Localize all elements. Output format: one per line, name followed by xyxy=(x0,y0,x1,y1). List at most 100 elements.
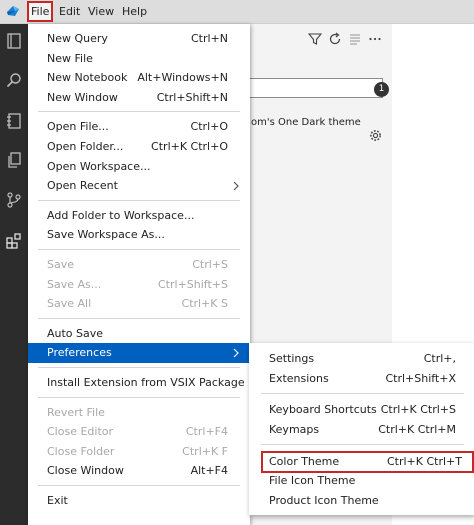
menu-item-open-recent[interactable]: Open Recent xyxy=(28,176,250,196)
more-actions-icon[interactable] xyxy=(368,32,382,46)
menu-item-label: Keymaps xyxy=(269,423,320,436)
menu-item-label: Extensions xyxy=(269,372,329,385)
menu-item-shortcut: Ctrl+Shift+X xyxy=(385,372,456,385)
menu-item-shortcut: Ctrl+Shift+S xyxy=(158,277,228,291)
menu-help[interactable]: Help xyxy=(118,2,151,21)
menu-item-close-window[interactable]: Close Window Alt+F4 xyxy=(28,461,250,481)
menu-item-label: New Notebook xyxy=(47,71,128,85)
menu-view[interactable]: View xyxy=(84,2,118,21)
menu-item-exit[interactable]: Exit xyxy=(28,491,250,511)
menu-item-label: New Window xyxy=(47,90,118,104)
menu-separator xyxy=(261,444,464,445)
menu-item-shortcut: Alt+F4 xyxy=(190,464,228,478)
menu-item-auto-save[interactable]: Auto Save xyxy=(28,324,250,344)
menu-item-save: Save Ctrl+S xyxy=(28,255,250,275)
preferences-submenu: Settings Ctrl+, Extensions Ctrl+Shift+X Keyb… xyxy=(249,343,474,515)
menu-item-close-folder: Close Folder Ctrl+K F xyxy=(28,442,250,462)
menu-item-save-all: Save All Ctrl+K S xyxy=(28,294,250,314)
refresh-icon[interactable] xyxy=(328,32,342,46)
menu-item-shortcut: Ctrl+K Ctrl+S xyxy=(380,403,456,416)
menu-item-shortcut: Alt+Windows+N xyxy=(137,71,228,85)
clear-list-icon[interactable] xyxy=(348,32,362,46)
menu-item-revert-file: Revert File xyxy=(28,403,250,423)
submenu-item-file-icon-theme[interactable]: File Icon Theme xyxy=(249,471,474,491)
menu-item-shortcut: Ctrl+, xyxy=(423,352,456,365)
menu-item-label: Open File... xyxy=(47,120,109,134)
chevron-right-icon xyxy=(233,348,239,358)
menu-item-label: Product Icon Theme xyxy=(269,494,379,507)
menu-item-label: Save As... xyxy=(47,277,102,291)
menu-item-shortcut: Ctrl+N xyxy=(190,32,228,45)
menu-item-label: New File xyxy=(47,51,93,65)
menu-item-label: Exit xyxy=(47,494,68,507)
menu-item-label: File Icon Theme xyxy=(269,474,356,487)
menu-item-label: Revert File xyxy=(47,405,105,419)
menu-item-label: Save Workspace As... xyxy=(47,228,165,242)
menu-item-label: Open Folder... xyxy=(47,140,124,153)
menu-item-open-workspace[interactable]: Open Workspace... xyxy=(28,157,250,177)
menu-item-label: Add Folder to Workspace... xyxy=(47,208,195,222)
menu-item-shortcut: Ctrl+K Ctrl+T xyxy=(386,455,462,468)
menu-item-new-query[interactable]: New Query Ctrl+N xyxy=(28,29,250,49)
menu-item-label: Open Workspace... xyxy=(47,159,151,173)
files-icon[interactable] xyxy=(6,152,22,168)
menu-item-save-workspace-as[interactable]: Save Workspace As... xyxy=(28,225,250,245)
menu-item-open-folder[interactable]: Open Folder... Ctrl+K Ctrl+O xyxy=(28,137,250,157)
menu-item-close-editor: Close Editor Ctrl+F4 xyxy=(28,422,250,442)
menu-item-label: Color Theme xyxy=(269,455,340,468)
menu-item-preferences[interactable]: Preferences xyxy=(28,343,250,364)
menu-separator xyxy=(38,485,240,486)
menu-separator xyxy=(38,249,240,250)
menu-edit[interactable]: Edit xyxy=(55,2,84,21)
menu-item-install-extension-from-vsix-package[interactable]: Install Extension from VSIX Package xyxy=(28,373,250,393)
menu-item-label: Settings xyxy=(269,352,315,365)
gear-icon[interactable] xyxy=(369,129,382,142)
menu-item-shortcut: Ctrl+K Ctrl+M xyxy=(378,423,456,436)
menu-item-label: Close Folder xyxy=(47,444,115,458)
menu-item-label: Close Editor xyxy=(47,425,114,439)
submenu-item-product-icon-theme[interactable]: Product Icon Theme xyxy=(249,491,474,511)
extension-search-input[interactable] xyxy=(248,78,383,98)
activity-bar xyxy=(0,24,28,525)
menu-item-new-notebook[interactable]: New Notebook Alt+Windows+N xyxy=(28,68,250,88)
menu-item-shortcut: Ctrl+Shift+N xyxy=(156,90,228,104)
menu-item-shortcut: Ctrl+O xyxy=(190,120,228,134)
menu-item-label: Open Recent xyxy=(47,179,118,193)
menu-item-label: New Query xyxy=(47,32,108,45)
menu-item-label: Save xyxy=(47,258,75,271)
menu-bar: File Edit View Help xyxy=(0,0,474,24)
menu-item-label: Preferences xyxy=(47,346,112,360)
menu-separator xyxy=(38,199,240,201)
menu-item-new-window[interactable]: New Window Ctrl+Shift+N xyxy=(28,88,250,108)
menu-item-add-folder-to-workspace[interactable]: Add Folder to Workspace... xyxy=(28,206,250,226)
menu-item-label: Close Window xyxy=(47,464,124,478)
menu-item-shortcut: Ctrl+K S xyxy=(181,297,228,311)
menu-item-label: Auto Save xyxy=(47,326,104,340)
menu-item-open-file[interactable]: Open File... Ctrl+O xyxy=(28,117,250,137)
menu-separator xyxy=(38,396,240,398)
menu-item-label: Install Extension from VSIX Package xyxy=(47,376,245,389)
extension-description: om's One Dark theme xyxy=(251,117,361,128)
menu-item-label: Keyboard Shortcuts xyxy=(269,403,377,416)
menu-item-shortcut: Ctrl+F4 xyxy=(185,425,228,439)
source-control-icon[interactable] xyxy=(6,192,22,208)
menu-item-shortcut: Ctrl+S xyxy=(192,258,228,271)
menu-separator xyxy=(38,317,240,319)
notebook-icon[interactable] xyxy=(6,113,22,129)
filter-icon[interactable] xyxy=(308,32,322,46)
file-menu-dropdown: New Query Ctrl+N New File New Notebook Alt+W… xyxy=(28,24,250,525)
submenu-item-extensions[interactable]: Extensions Ctrl+Shift+X xyxy=(249,369,474,389)
submenu-item-keyboard-shortcuts[interactable]: Keyboard Shortcuts Ctrl+K Ctrl+S xyxy=(249,400,474,420)
menu-item-new-file[interactable]: New File xyxy=(28,49,250,69)
menu-item-label: Save All xyxy=(47,297,92,311)
explorer-icon[interactable] xyxy=(6,33,22,49)
search-icon[interactable] xyxy=(6,72,22,88)
submenu-item-color-theme[interactable]: Color Theme Ctrl+K Ctrl+T xyxy=(261,451,474,473)
azure-data-studio-logo-icon xyxy=(7,6,19,16)
submenu-item-settings[interactable]: Settings Ctrl+, xyxy=(249,349,474,369)
extensions-icon[interactable] xyxy=(6,233,22,249)
menu-separator xyxy=(38,111,240,113)
menu-item-save-as: Save As... Ctrl+Shift+S xyxy=(28,275,250,295)
menu-file[interactable]: File xyxy=(27,1,54,22)
submenu-item-keymaps[interactable]: Keymaps Ctrl+K Ctrl+M xyxy=(249,420,474,440)
